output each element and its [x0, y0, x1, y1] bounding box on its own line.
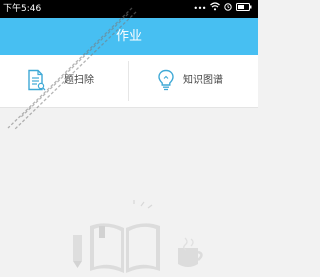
app-header: 作业: [0, 18, 258, 55]
feature-toolbar: 题扫除 知识图谱: [0, 55, 258, 108]
rays-icon: [133, 200, 153, 209]
page-title: 作业: [115, 29, 142, 44]
status-icons: •••: [193, 2, 252, 14]
empty-state: [0, 108, 258, 273]
scan-button[interactable]: 题扫除: [0, 55, 128, 107]
knowledge-graph-label: 知识图谱: [183, 75, 223, 86]
wifi-icon: [210, 0, 220, 18]
status-bar: 下午5:46 •••: [0, 0, 258, 18]
knowledge-graph-button[interactable]: 知识图谱: [129, 55, 257, 107]
battery-icon: [236, 0, 252, 18]
document-scan-icon: [26, 69, 46, 91]
lightbulb-icon: [157, 69, 177, 91]
book-icon: [90, 223, 160, 273]
mug-icon: [178, 237, 203, 267]
more-dots-icon: •••: [193, 4, 206, 13]
scan-button-label: 题扫除: [64, 75, 94, 86]
alarm-icon: [224, 0, 232, 18]
status-time: 下午5:46: [3, 4, 42, 14]
pencil-icon: [73, 235, 82, 268]
